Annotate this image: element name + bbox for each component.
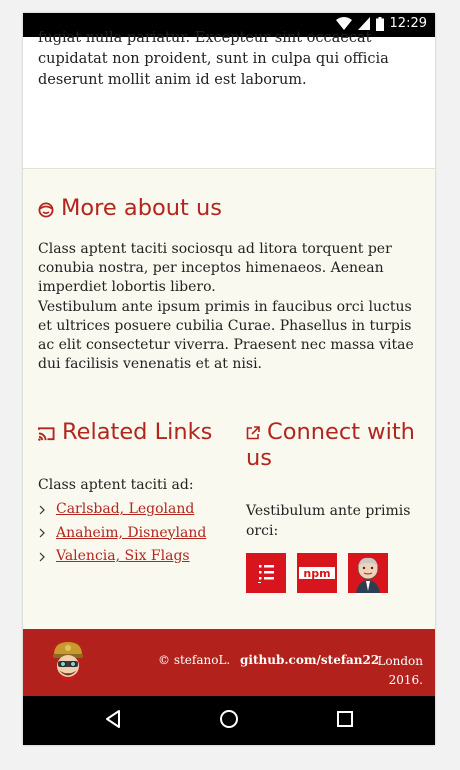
external-link-icon — [246, 426, 260, 440]
back-icon[interactable] — [104, 709, 122, 729]
chevron-right-icon — [39, 552, 45, 562]
chevron-right-icon — [39, 505, 45, 515]
intro-text: fugiat nulla pariatur. Excepteur sint oc… — [38, 30, 389, 88]
related-links-title: Related Links — [62, 419, 213, 445]
connect-heading: Connect with us — [246, 419, 426, 471]
stacklist-icon[interactable] — [246, 553, 286, 593]
footer: © stefanoL. github.com/stefan22 London 2… — [23, 629, 435, 696]
link-anaheim[interactable]: Anaheim, Disneyland — [56, 522, 206, 546]
related-links-list: Carlsbad, Legoland Anaheim, Disneyland V… — [38, 498, 206, 569]
connect-title: Connect with us — [246, 419, 415, 471]
npm-icon[interactable]: npm — [297, 553, 337, 593]
social-icons: npm — [246, 553, 388, 593]
more-about-text: Class aptent taciti sociosqu ad litora t… — [38, 240, 428, 374]
more-about-heading: More about us — [38, 195, 222, 221]
related-links-heading: Related Links — [38, 419, 212, 445]
related-intro: Class aptent taciti ad: — [38, 477, 194, 493]
logo-icon — [53, 642, 83, 681]
home-icon[interactable] — [219, 709, 239, 729]
recents-icon[interactable] — [336, 709, 354, 729]
phone-screen: 12:29 fugiat nulla pariatur. Excepteur s… — [23, 13, 435, 745]
intro-section: fugiat nulla pariatur. Excepteur sint oc… — [23, 30, 435, 169]
more-about-paragraph-2: Vestibulum ante ipsum primis in faucibus… — [38, 298, 414, 373]
link-carlsbad[interactable]: Carlsbad, Legoland — [56, 498, 194, 522]
npm-label: npm — [303, 567, 330, 580]
link-valencia[interactable]: Valencia, Six Flags — [56, 545, 190, 569]
copyright-text: © stefanoL. — [158, 653, 231, 667]
more-about-paragraph-1: Class aptent taciti sociosqu ad litora t… — [38, 241, 392, 296]
footer-location: London 2016. — [377, 654, 423, 687]
chevron-right-icon — [39, 528, 45, 538]
about-section: More about us Class aptent taciti socios… — [23, 169, 435, 629]
connect-text: Vestibulum ante primis orci: — [246, 503, 411, 539]
connect-heading-text: Connect with us — [246, 419, 426, 471]
smiley-icon — [38, 202, 54, 217]
navigation-bar — [23, 696, 435, 745]
list-item: Anaheim, Disneyland — [38, 522, 206, 546]
github-link[interactable]: github.com/stefan22 — [240, 653, 379, 667]
more-about-title: More about us — [61, 195, 222, 221]
jenkins-icon[interactable] — [348, 553, 388, 593]
cast-icon — [38, 427, 55, 441]
list-item: Carlsbad, Legoland — [38, 498, 206, 522]
list-item: Valencia, Six Flags — [38, 545, 206, 569]
